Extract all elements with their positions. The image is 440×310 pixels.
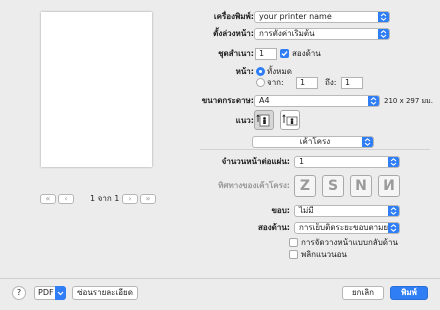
chevron-updown-icon — [388, 206, 399, 216]
checkmark-icon — [281, 51, 288, 57]
help-button[interactable]: ? — [12, 286, 26, 300]
pdf-menu-button[interactable]: PDF — [34, 286, 66, 300]
printer-popup[interactable]: your printer name — [254, 11, 390, 23]
chevron-updown-icon — [368, 96, 379, 106]
presets-value: การตั้งค่าเริ่มต้น — [259, 29, 315, 38]
paper-size-label: ขนาดกระดาษ: — [201, 96, 254, 105]
pdf-label: PDF — [38, 288, 54, 297]
border-popup[interactable]: ไม่มี — [294, 205, 400, 217]
page-indicator: 1 จาก 1 — [90, 194, 120, 203]
border-value: ไม่มี — [299, 206, 314, 215]
landscape-person-icon — [282, 114, 298, 126]
orientation-landscape-button[interactable] — [280, 110, 300, 130]
two-sided-binding-label: สองด้าน: — [258, 223, 290, 232]
last-page-button[interactable]: » — [140, 194, 156, 204]
chevron-updown-icon — [362, 137, 373, 147]
pages-from-label: จาก: — [267, 78, 284, 87]
pages-all-radio[interactable] — [256, 67, 265, 76]
pages-per-sheet-label: จำนวนหน้าต่อแผ่น: — [221, 157, 290, 166]
pages-per-sheet-popup[interactable]: 1 — [294, 156, 400, 168]
hide-details-button[interactable]: ซ่อนรายละเอียด — [72, 286, 138, 300]
chevron-down-icon — [55, 286, 66, 300]
orientation-label: แนว: — [235, 116, 254, 125]
pages-label: หน้า: — [235, 67, 254, 76]
border-label: ขอบ: — [271, 206, 290, 215]
presets-label: ตั้งล่วงหน้า: — [213, 29, 254, 38]
footer-divider — [0, 278, 440, 279]
next-page-button[interactable]: › — [122, 194, 138, 204]
reverse-orientation-label: การจัดวางหน้าแบบกลับด้าน — [301, 238, 398, 247]
printer-value: your printer name — [259, 12, 332, 21]
section-divider — [200, 149, 430, 150]
prev-page-button[interactable]: ‹ — [58, 194, 74, 204]
paper-size-value: A4 — [259, 96, 270, 105]
layout-s-icon[interactable]: S — [322, 175, 344, 197]
copies-label: ชุดสำเนา: — [218, 49, 254, 58]
layout-n-icon[interactable]: N — [350, 175, 372, 197]
chevron-updown-icon — [378, 12, 389, 22]
layout-z-icon[interactable]: Z — [294, 175, 316, 197]
pages-to-label: ถึง: — [325, 78, 337, 87]
chevron-updown-icon — [388, 223, 399, 233]
presets-popup[interactable]: การตั้งค่าเริ่มต้น — [254, 28, 390, 40]
section-popup[interactable]: เค้าโครง — [252, 136, 374, 148]
two-sided-label: สองด้าน — [292, 49, 321, 58]
help-question-icon: ? — [16, 288, 22, 297]
orientation-portrait-button[interactable] — [254, 110, 274, 130]
layout-n-reverse-icon[interactable]: И — [378, 175, 400, 197]
reverse-orientation-checkbox[interactable] — [289, 238, 298, 247]
section-value: เค้าโครง — [299, 137, 331, 146]
pages-range-radio[interactable] — [256, 78, 265, 87]
chevron-updown-icon — [378, 29, 389, 39]
two-sided-binding-popup[interactable]: การเย็บติดระยะขอบตามยาว — [294, 222, 400, 234]
paper-dimensions: 210 x 297 มม. — [384, 97, 433, 105]
cancel-button[interactable]: ยกเลิก — [342, 286, 384, 300]
two-sided-binding-value: การเย็บติดระยะขอบตามยาว — [299, 223, 398, 232]
preview-nav: « ‹ 1 จาก 1 › » — [40, 194, 156, 206]
printer-label: เครื่องพิมพ์: — [213, 12, 254, 21]
pages-to-field[interactable]: 1 — [341, 77, 363, 89]
flip-horizontal-label: พลิกแนวนอน — [301, 250, 347, 259]
copies-field[interactable]: 1 — [255, 48, 277, 60]
print-button[interactable]: พิมพ์ — [390, 286, 428, 300]
pages-from-field[interactable]: 1 — [296, 77, 318, 89]
flip-horizontal-checkbox[interactable] — [289, 250, 298, 259]
portrait-person-icon — [256, 114, 270, 127]
chevron-updown-icon — [388, 157, 399, 167]
first-page-button[interactable]: « — [40, 194, 56, 204]
layout-direction-label: ทิศทางของเค้าโครง: — [218, 181, 290, 190]
two-sided-checkbox[interactable] — [280, 49, 289, 58]
paper-size-popup[interactable]: A4 — [254, 95, 380, 107]
pages-per-sheet-value: 1 — [299, 157, 305, 166]
preview-page — [41, 12, 152, 167]
